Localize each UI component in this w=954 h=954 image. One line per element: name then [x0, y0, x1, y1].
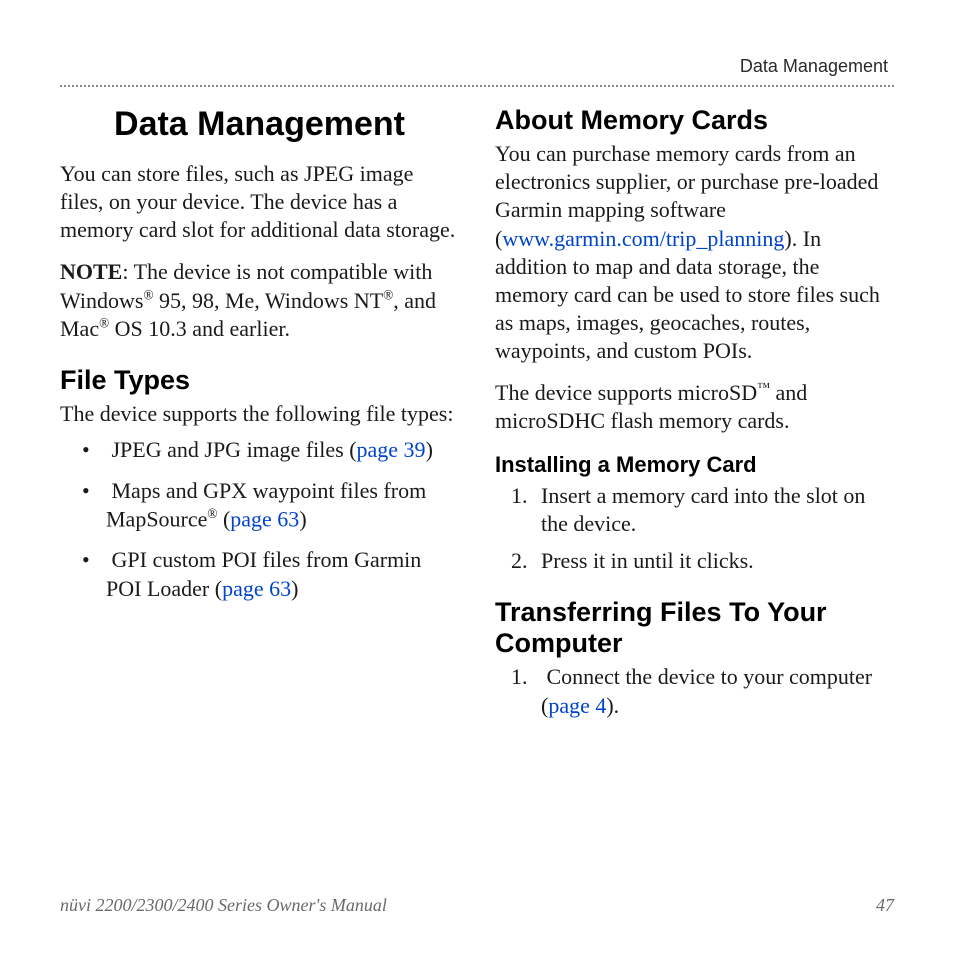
file-types-heading: File Types: [60, 365, 459, 396]
transferring-files-heading: Transferring Files To Your Computer: [495, 597, 894, 659]
note-label: NOTE: [60, 259, 122, 284]
page-ref-link[interactable]: page 63: [230, 507, 299, 532]
installing-memory-card-heading: Installing a Memory Card: [495, 452, 894, 478]
list-item: JPEG and JPG image files (page 39): [60, 436, 459, 465]
reg-mark: ®: [143, 287, 153, 302]
transfer-steps: Connect the device to your computer (pag…: [495, 663, 894, 720]
about-memory-cards-heading: About Memory Cards: [495, 105, 894, 136]
about-memory-cards-p1: You can purchase memory cards from an el…: [495, 140, 894, 365]
reg-mark: ®: [383, 287, 393, 302]
footer-manual-title: nüvi 2200/2300/2400 Series Owner's Manua…: [60, 895, 387, 916]
page-footer: nüvi 2200/2300/2400 Series Owner's Manua…: [60, 895, 894, 916]
item-text: JPEG and JPG image files (: [112, 437, 357, 462]
right-column: About Memory Cards You can purchase memo…: [495, 105, 894, 729]
note-text-d: OS 10.3 and earlier.: [109, 316, 290, 341]
list-item: Insert a memory card into the slot on th…: [495, 482, 894, 539]
compatibility-note: NOTE: The device is not compatible with …: [60, 258, 459, 342]
about-memory-cards-p2: The device supports microSD™ and microSD…: [495, 379, 894, 435]
item-text: ): [426, 437, 433, 462]
tm-mark: ™: [757, 380, 770, 395]
page-ref-link[interactable]: page 39: [357, 437, 426, 462]
reg-mark: ®: [207, 506, 217, 521]
page-title: Data Management: [60, 105, 459, 144]
two-column-layout: Data Management You can store files, suc…: [60, 105, 894, 729]
item-text: ): [291, 576, 298, 601]
header-rule: [60, 85, 894, 87]
page-ref-link[interactable]: page 4: [548, 693, 606, 718]
item-text: ): [299, 507, 306, 532]
note-text-b: 95, 98, Me, Windows NT: [153, 288, 383, 313]
external-link[interactable]: www.garmin.com/trip_planning: [502, 226, 784, 251]
install-steps: Insert a memory card into the slot on th…: [495, 482, 894, 576]
left-column: Data Management You can store files, suc…: [60, 105, 459, 729]
file-types-intro: The device supports the following file t…: [60, 400, 459, 428]
intro-paragraph: You can store files, such as JPEG image …: [60, 160, 459, 244]
list-item: GPI custom POI files from Garmin POI Loa…: [60, 546, 459, 603]
page-ref-link[interactable]: page 63: [222, 576, 291, 601]
page-number: 47: [876, 895, 894, 916]
running-header: Data Management: [60, 56, 894, 85]
body-text: The device supports microSD: [495, 380, 757, 405]
list-item: Maps and GPX waypoint files from MapSour…: [60, 477, 459, 535]
item-text: ).: [606, 693, 619, 718]
file-types-list: JPEG and JPG image files (page 39) Maps …: [60, 436, 459, 603]
list-item: Press it in until it clicks.: [495, 547, 894, 576]
list-item: Connect the device to your computer (pag…: [495, 663, 894, 720]
item-text: (: [217, 507, 230, 532]
reg-mark: ®: [99, 315, 109, 330]
